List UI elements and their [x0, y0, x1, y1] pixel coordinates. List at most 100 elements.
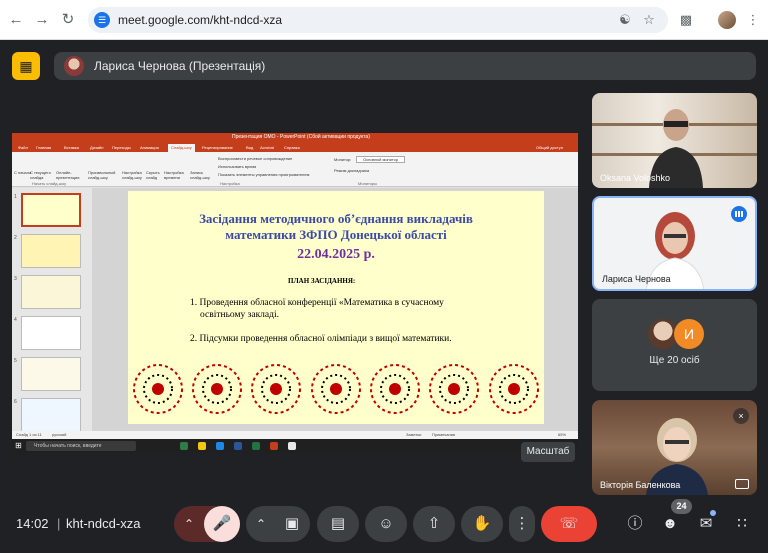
ornament: [370, 364, 420, 414]
pp-tab[interactable]: Дизайн: [90, 145, 103, 150]
participant-tile[interactable]: Лариса Чернова: [592, 196, 757, 291]
custom-show-button[interactable]: Произвольный слайд-шоу: [88, 170, 118, 180]
bookmark-star-icon[interactable]: ☆: [640, 11, 658, 29]
setup-show-button[interactable]: Настройка слайд-шоу: [122, 170, 146, 180]
pp-tab[interactable]: Вид: [246, 145, 253, 150]
present-button[interactable]: ⇧: [413, 506, 455, 542]
from-start-button[interactable]: С начала: [14, 170, 31, 175]
people-icon[interactable]: ☻: [659, 513, 681, 535]
comments-button[interactable]: Примечания: [432, 432, 455, 437]
slide-editor: Засідання методичного об’єднання виклада…: [92, 188, 578, 431]
taskbar-app-icon[interactable]: [288, 442, 296, 450]
current-slide[interactable]: Засідання методичного об’єднання виклада…: [128, 191, 544, 424]
slide-counter: Слайд 1 из 11: [16, 432, 42, 437]
checkbox-controls[interactable]: Показать элементы управления проигрывате…: [218, 172, 309, 177]
back-icon[interactable]: ←: [6, 10, 26, 30]
participants-count-badge: 24: [671, 499, 692, 514]
taskbar-app-icon[interactable]: [234, 442, 242, 450]
taskbar-app-icon[interactable]: [180, 442, 188, 450]
meet-logo: ▦: [12, 52, 40, 80]
slide-thumbnail[interactable]: [21, 357, 81, 391]
participant-initial-avatar: И: [674, 319, 704, 349]
zoom-level[interactable]: 65%: [558, 432, 566, 437]
notes-button[interactable]: Заметки: [406, 432, 421, 437]
chat-notification-dot: [710, 510, 716, 516]
record-button[interactable]: Запись слайд-шоу: [190, 170, 212, 180]
mic-off-icon[interactable]: 🎤: [204, 506, 240, 542]
participant-tile[interactable]: × Вікторія Баленкова: [592, 400, 757, 495]
thumb-number: 1: [14, 194, 17, 200]
pip-icon[interactable]: [735, 479, 749, 489]
pp-tab[interactable]: Рецензирование: [202, 145, 233, 150]
taskbar-search[interactable]: Чтобы начать поиск, введите: [26, 441, 136, 451]
captions-button[interactable]: ▤: [317, 506, 359, 542]
rehearse-button[interactable]: Настройка времени: [164, 170, 186, 180]
mic-options-chevron-icon[interactable]: ⌃: [184, 506, 194, 542]
profile-avatar[interactable]: [718, 11, 736, 29]
hide-slide-button[interactable]: Скрыть слайд: [146, 170, 164, 180]
emoji-button[interactable]: ☺: [365, 506, 407, 542]
camera-options-chevron-icon[interactable]: ⌃: [256, 506, 266, 542]
raise-hand-button[interactable]: ✋: [461, 506, 503, 542]
online-button[interactable]: Онлайн-презентация: [56, 170, 86, 180]
captions-icon: ▤: [330, 515, 346, 532]
monitor-select[interactable]: Основной монитор: [356, 156, 406, 163]
pp-tab[interactable]: Файл: [18, 145, 28, 150]
shared-screen: Презентация ОМО - PowerPoint (Сбой актив…: [12, 133, 578, 453]
present-screen-icon: ⇧: [427, 515, 441, 532]
participant-name: Лариса Чернова: [602, 274, 671, 284]
ribbon-group-setup: Настройка: [220, 181, 240, 186]
address-bar[interactable]: ☰ meet.google.com/kht-ndcd-xza ☯ ☆: [88, 7, 668, 33]
meeting-info-icon[interactable]: ⓘ: [624, 513, 646, 535]
camera-icon[interactable]: ▣: [278, 506, 306, 542]
slide-thumbnail[interactable]: [21, 398, 81, 432]
taskbar-app-icon[interactable]: [216, 442, 224, 450]
pp-tab[interactable]: Переходы: [112, 145, 131, 150]
hand-icon: ✋: [472, 515, 492, 532]
site-info-icon[interactable]: ☰: [94, 12, 110, 28]
menu-kebab-icon[interactable]: ⋮: [744, 11, 762, 29]
slide-title-line2: математики ЗФПО Донецької області: [225, 227, 447, 242]
more-options-button[interactable]: ⋮: [509, 506, 535, 542]
slide-thumbnail[interactable]: [21, 316, 81, 350]
checkbox-timings[interactable]: Использовать время: [218, 164, 256, 169]
slide-thumbnail[interactable]: [21, 275, 81, 309]
thumb-number: 3: [14, 276, 17, 282]
activities-icon[interactable]: ∷: [731, 513, 753, 535]
speaking-indicator-icon: [731, 206, 747, 222]
pp-tab-active[interactable]: Слайд-шоу: [168, 144, 195, 152]
taskbar-app-icon[interactable]: [270, 442, 278, 450]
pp-tab[interactable]: Главная: [36, 145, 51, 150]
from-current-button[interactable]: С текущего слайда: [30, 170, 52, 180]
slide-thumbnail[interactable]: [21, 234, 81, 268]
powerpoint-window-title: Презентация ОМО - PowerPoint (Сбой актив…: [232, 134, 370, 140]
slide-thumbnail[interactable]: [21, 193, 81, 227]
share-button[interactable]: Общий доступ: [536, 145, 563, 150]
slide-title-line1: Засідання методичного об’єднання виклада…: [199, 211, 473, 226]
presenter-view-checkbox[interactable]: Режим докладчика: [334, 168, 369, 173]
other-participants-tile[interactable]: И Ще 20 осіб: [592, 299, 757, 391]
meeting-code: kht-ndcd-xza: [66, 516, 141, 531]
ornament: [429, 364, 479, 414]
pp-tab[interactable]: Справка: [284, 145, 300, 150]
pp-tab[interactable]: Анимация: [140, 145, 159, 150]
ribbon-group-monitors: Мониторы: [358, 181, 378, 186]
checkbox-narration[interactable]: Воспроизвести речевое сопровождение: [218, 156, 292, 161]
translate-icon[interactable]: ☯: [616, 11, 634, 29]
reload-icon[interactable]: ↻: [58, 10, 78, 30]
taskbar-app-icon[interactable]: [198, 442, 206, 450]
pp-tab[interactable]: Вставка: [64, 145, 79, 150]
pp-tab[interactable]: Acrobat: [260, 145, 274, 150]
slide-item-1-line2: освітньому закладі.: [200, 310, 279, 320]
leave-call-button[interactable]: ☏: [541, 506, 597, 542]
taskbar-app-icon[interactable]: [252, 442, 260, 450]
chat-icon[interactable]: ✉: [695, 513, 717, 535]
camera-control: ⌃ ▣: [246, 506, 310, 542]
forward-icon[interactable]: →: [32, 10, 52, 30]
windows-start-icon[interactable]: ⊞: [15, 441, 22, 450]
url-text[interactable]: meet.google.com/kht-ndcd-xza: [118, 13, 282, 27]
participant-tile[interactable]: Oksana Voloshko: [592, 93, 757, 188]
extensions-icon[interactable]: ▩: [677, 11, 695, 29]
slide-plan-heading: ПЛАН ЗАСІДАННЯ:: [288, 277, 356, 285]
more-vert-icon: ⋮: [514, 515, 530, 532]
